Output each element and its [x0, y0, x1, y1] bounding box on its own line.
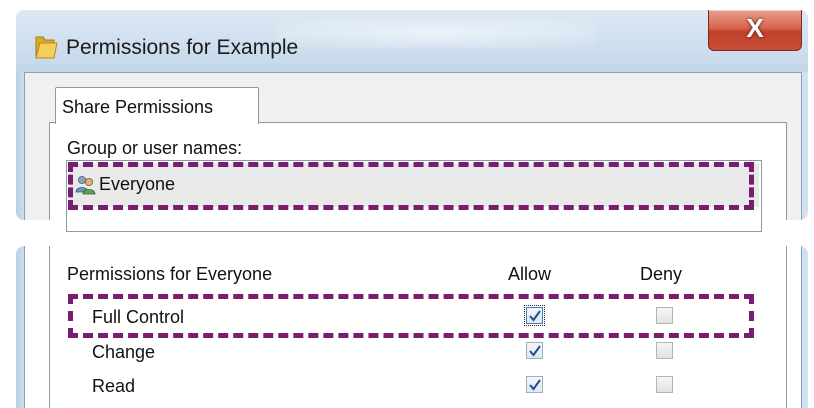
user-list[interactable]: Everyone: [66, 160, 762, 232]
allow-change-checkbox[interactable]: [526, 342, 543, 359]
deny-read-checkbox[interactable]: [656, 376, 673, 393]
group-or-user-names-label: Group or user names:: [67, 138, 243, 158]
allow-column-header: Allow: [508, 264, 552, 284]
tab-share-permissions[interactable]: Share Permissions: [55, 87, 259, 124]
checkmark-icon: [529, 310, 541, 322]
checkmark-icon: [529, 345, 541, 357]
allow-full-control-checkbox[interactable]: [524, 305, 545, 326]
close-button[interactable]: X: [708, 10, 802, 51]
deny-column-header: Deny: [640, 264, 683, 284]
window-title: Permissions for Example: [66, 36, 299, 59]
close-icon: X: [746, 13, 764, 43]
tab-label: Share Permissions: [62, 97, 214, 117]
deny-change-checkbox[interactable]: [656, 342, 673, 359]
permission-name-read: Read: [92, 376, 136, 396]
users-icon: [75, 176, 96, 195]
checkmark-icon: [529, 379, 541, 391]
user-name: Everyone: [99, 174, 176, 194]
permission-name-change: Change: [92, 342, 156, 362]
permission-name-full-control: Full Control: [92, 307, 185, 327]
permissions-header: Permissions for Everyone: [67, 264, 273, 284]
deny-full-control-checkbox[interactable]: [656, 307, 673, 324]
allow-read-checkbox[interactable]: [526, 376, 543, 393]
title-bar[interactable]: Permissions for Example X: [16, 10, 808, 72]
list-item-everyone[interactable]: Everyone: [69, 163, 759, 207]
folder-icon: [35, 36, 58, 59]
